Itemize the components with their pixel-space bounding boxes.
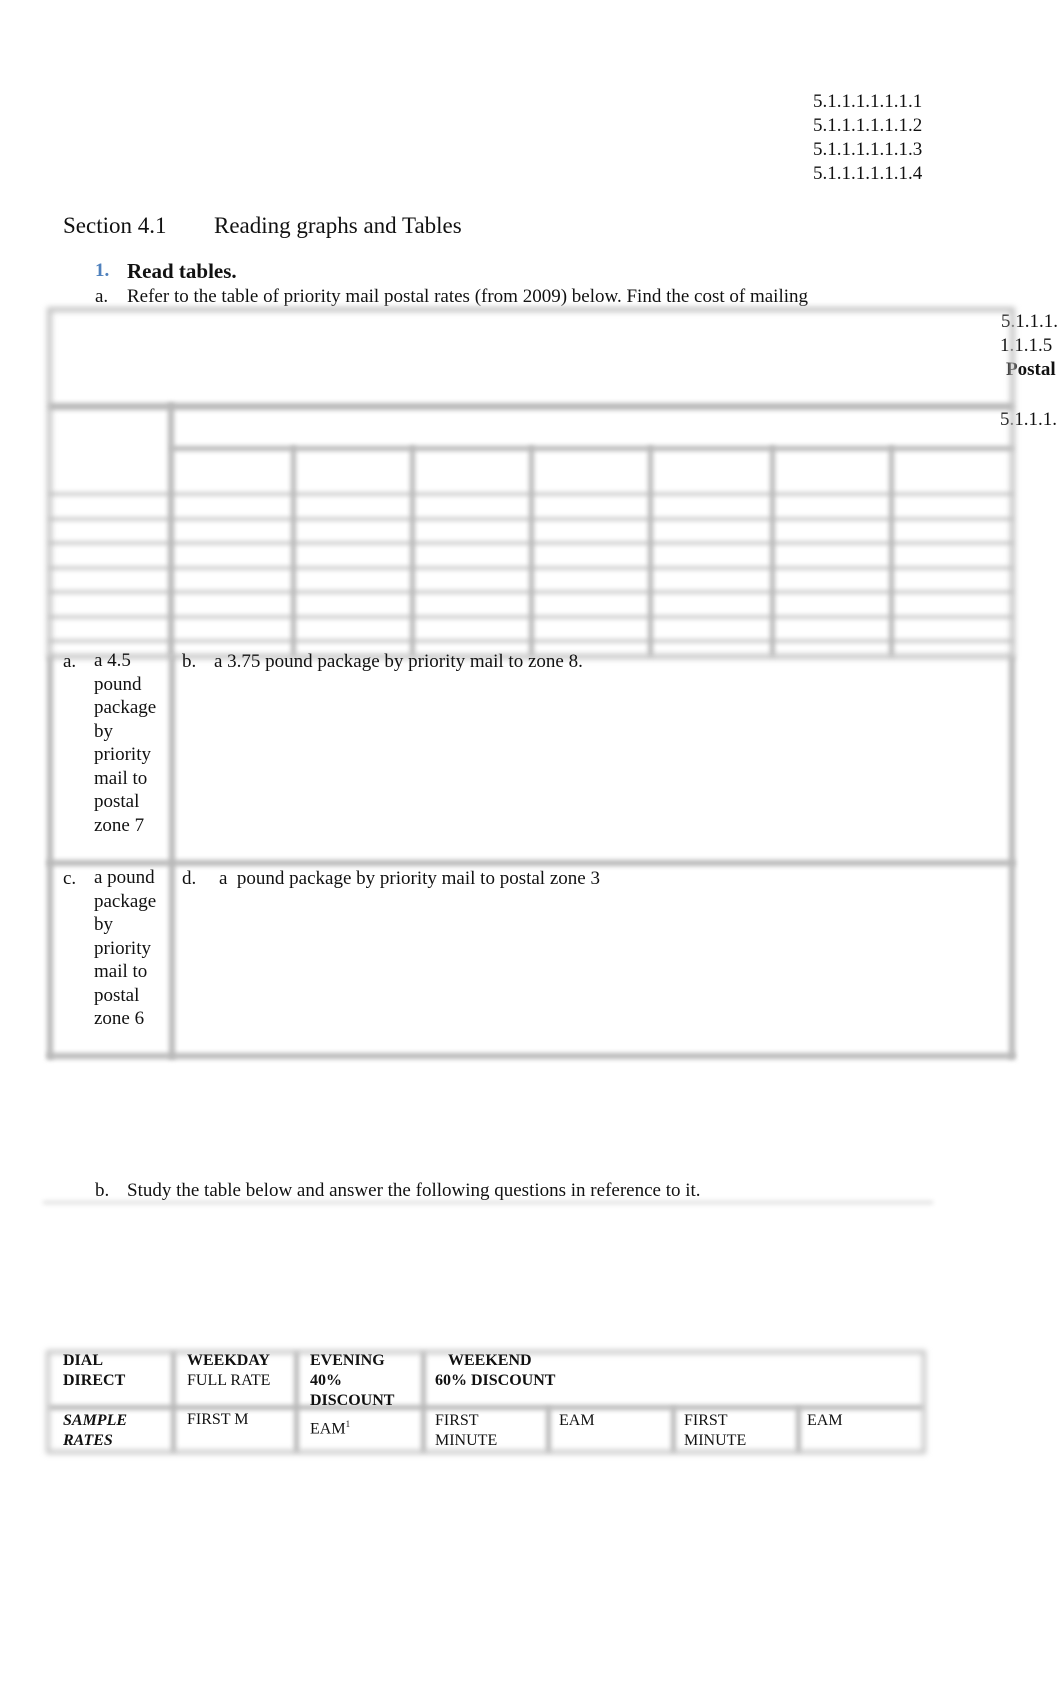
part-a-label: a. (95, 286, 109, 307)
question-label: a. (63, 651, 77, 672)
header-weekend: WEEKEND (448, 1352, 532, 1369)
header-dial-direct: DIAL DIRECT (63, 1352, 126, 1389)
outline-number: 5.1.1.1.1.1.1.4 (813, 163, 923, 184)
question-label: b. (182, 651, 197, 672)
cell: FIRST MINUTE (684, 1412, 747, 1449)
cell-text: EAM (310, 1420, 346, 1438)
question-text: a pound package by priority mail to post… (94, 867, 157, 1029)
header-weekday-sub: FULL RATE (187, 1372, 271, 1389)
question-text: a 4.5 pound package by priority mail to … (94, 650, 157, 836)
outline-number: 5.1.1.1.1.1.1.2 (813, 115, 923, 136)
part-b-text: Study the table below and answer the fol… (127, 1180, 701, 1201)
cell: EAM1 (310, 1414, 350, 1439)
header-evening: EVENING 40% DISCOUNT (310, 1352, 395, 1409)
outline-number: 5.1.1.1.1.1.1.3 (813, 139, 923, 160)
outline-number: 5.1.1.1.1.1.1.1 (813, 91, 923, 112)
question-text: a 3.75 pound package by priority mail to… (214, 651, 583, 672)
cell: EAM (807, 1412, 843, 1429)
part-a-text: Refer to the table of priority mail post… (127, 286, 809, 307)
cell: FIRST MINUTE (435, 1412, 498, 1449)
item-number: 1. (95, 260, 110, 281)
row-label: SAMPLE RATES (63, 1412, 128, 1449)
question-text: a pound package by priority mail to post… (219, 868, 600, 889)
section-title: Reading graphs and Tables (214, 213, 462, 238)
header-weekend-sub: 60% DISCOUNT (435, 1372, 556, 1389)
question-label: d. (182, 868, 197, 889)
question-label: c. (63, 868, 77, 889)
part-b-label: b. (95, 1180, 110, 1201)
cell: EAM (559, 1412, 595, 1429)
footnote-marker: 1 (345, 1419, 351, 1429)
item-title: Read tables. (127, 259, 237, 283)
cell: FIRST M (187, 1411, 249, 1428)
header-weekday: WEEKDAY (187, 1352, 270, 1369)
section-number: Section 4.1 (63, 213, 167, 238)
